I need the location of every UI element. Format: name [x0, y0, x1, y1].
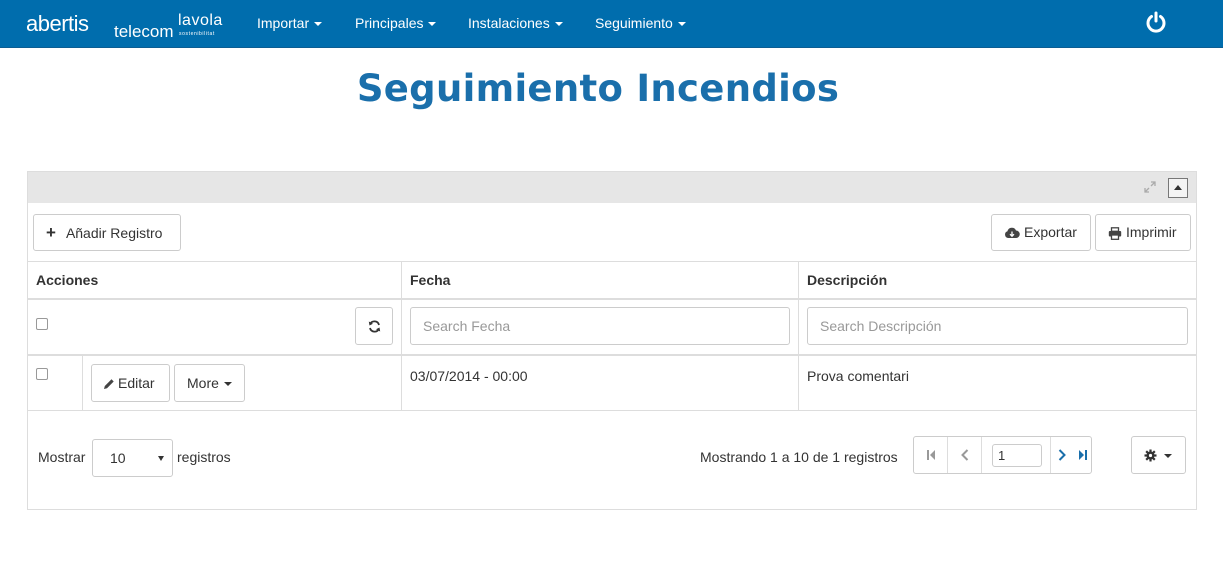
refresh-icon: [368, 320, 381, 333]
caret-down-icon: [1164, 454, 1172, 458]
last-page-icon: [1078, 450, 1087, 460]
panel-header: [28, 172, 1196, 203]
table-header-border: [28, 298, 1196, 300]
chevron-left-icon: [960, 449, 968, 461]
last-page-button[interactable]: [1072, 437, 1093, 473]
logo-text-abertis: abertis: [26, 11, 89, 36]
top-navbar: abertis telecom lavola sostenibilitat Im…: [0, 0, 1223, 48]
settings-dropdown-button[interactable]: [1131, 436, 1186, 474]
filter-row-border: [28, 354, 1196, 356]
nav-menu-seguimiento[interactable]: Seguimiento: [595, 0, 686, 46]
col-divider: [798, 261, 799, 411]
table-bottom-border: [28, 410, 1196, 411]
search-fecha-input[interactable]: [410, 307, 790, 345]
export-label: Exportar: [1024, 224, 1077, 240]
search-descripcion-input[interactable]: [807, 307, 1188, 345]
logo-text-telecom: telecom: [114, 22, 174, 41]
caret-down-icon: [677, 22, 686, 27]
lavola-logo: lavola sostenibilitat: [178, 12, 223, 37]
pagination-controls: [913, 436, 1092, 474]
caret-down-icon: [314, 22, 323, 27]
nav-menu-label: Importar: [257, 15, 310, 31]
more-label: More: [187, 375, 219, 391]
column-header-descripcion[interactable]: Descripción: [807, 272, 887, 288]
add-record-label: Añadir Registro: [65, 225, 163, 241]
caret-down-icon: [223, 382, 232, 387]
add-record-button[interactable]: + Añadir Registro: [33, 214, 181, 251]
nav-menu-principales[interactable]: Principales: [355, 0, 437, 46]
page-size-value: 10: [110, 450, 126, 466]
printer-icon: [1108, 226, 1122, 240]
nav-menu-label: Seguimiento: [595, 15, 673, 31]
nav-menu-importar[interactable]: Importar: [257, 0, 323, 46]
caret-down-icon: [554, 22, 563, 27]
refresh-filters-button[interactable]: [355, 307, 393, 345]
first-page-icon: [926, 450, 935, 460]
nav-menu-instalaciones[interactable]: Instalaciones: [468, 0, 563, 46]
nav-menu-label: Principales: [355, 15, 424, 31]
show-label: Mostrar: [38, 449, 86, 465]
nav-menu-label: Instalaciones: [468, 15, 550, 31]
collapse-panel-button[interactable]: [1168, 178, 1188, 198]
pencil-icon: [104, 379, 114, 390]
export-button[interactable]: Exportar: [991, 214, 1091, 251]
records-label: registros: [177, 449, 231, 465]
expand-icon[interactable]: [1143, 180, 1157, 194]
logo-text-sostenibilitat: sostenibilitat: [179, 31, 215, 37]
row-fecha: 03/07/2014 - 00:00: [410, 368, 528, 384]
page-size-select[interactable]: 10: [92, 439, 173, 477]
gear-icon: [1144, 449, 1157, 462]
column-header-fecha[interactable]: Fecha: [410, 272, 450, 288]
prev-page-button[interactable]: [948, 437, 981, 473]
edit-button[interactable]: Editar: [91, 364, 170, 402]
more-dropdown-button[interactable]: More: [174, 364, 245, 402]
print-button[interactable]: Imprimir: [1095, 214, 1191, 251]
row-checkbox[interactable]: [36, 368, 48, 380]
column-header-acciones[interactable]: Acciones: [36, 272, 98, 288]
records-panel: + Añadir Registro Exportar Imprimir Accio…: [27, 171, 1197, 510]
chevron-right-icon: [1058, 449, 1066, 461]
select-all-checkbox[interactable]: [36, 318, 48, 330]
caret-down-icon: [428, 22, 437, 27]
col-divider: [82, 355, 83, 411]
first-page-button[interactable]: [914, 437, 947, 473]
power-icon[interactable]: [1144, 10, 1168, 34]
table-top-border: [28, 261, 1196, 262]
next-page-button[interactable]: [1051, 437, 1072, 473]
row-descripcion: Prova comentari: [807, 368, 909, 384]
edit-label: Editar: [118, 375, 155, 391]
print-label: Imprimir: [1126, 224, 1177, 240]
cloud-download-icon: [1005, 228, 1020, 239]
col-divider: [401, 261, 402, 411]
pagination-summary: Mostrando 1 a 10 de 1 registros: [700, 449, 898, 465]
page-number-input[interactable]: [992, 444, 1042, 467]
select-arrow-icon: [158, 456, 164, 461]
plus-icon: +: [46, 223, 56, 242]
page-title: Seguimiento Incendios: [356, 67, 840, 110]
logo-text-lavola: lavola: [178, 12, 223, 29]
